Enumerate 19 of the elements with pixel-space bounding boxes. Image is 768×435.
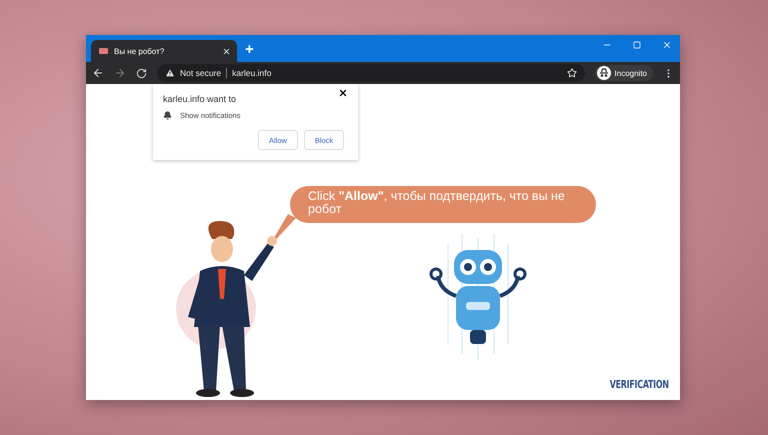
bell-icon: [163, 111, 172, 120]
reload-icon[interactable]: [136, 68, 147, 78]
star-icon[interactable]: [566, 68, 577, 78]
incognito-badge[interactable]: Incognito: [594, 65, 653, 81]
close-icon[interactable]: [338, 88, 348, 98]
page-icon: [99, 47, 108, 55]
speech-bubble: Click "Allow", чтобы подтвердить, что вы не робот: [290, 186, 596, 223]
incognito-icon: [596, 66, 611, 80]
warning-icon: [165, 68, 175, 78]
verification-label: VERIFICATION: [610, 378, 669, 391]
popup-title: karleu.info want to: [163, 94, 238, 104]
maximize-icon[interactable]: [633, 41, 641, 49]
back-icon[interactable]: [92, 67, 104, 79]
address-bar[interactable]: Not secure karleu.info: [157, 64, 585, 82]
forward-icon[interactable]: [114, 67, 126, 79]
new-tab-button[interactable]: +: [245, 41, 254, 58]
url-text: karleu.info: [232, 68, 272, 78]
security-label: Not secure: [180, 68, 222, 78]
browser-tab[interactable]: Вы не робот?: [91, 40, 237, 62]
